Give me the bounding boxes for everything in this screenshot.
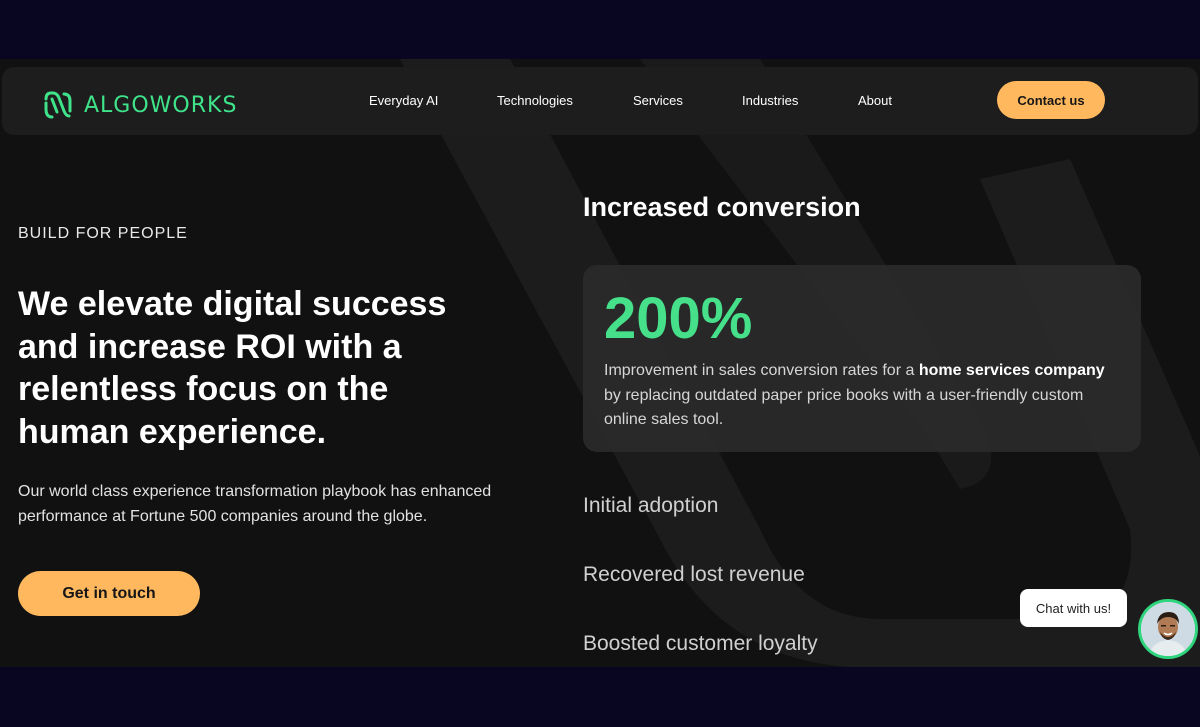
hero-headline: We elevate digital success and increase …	[18, 285, 447, 451]
stat-card: 200% Improvement in sales conversion rat…	[583, 265, 1141, 452]
stat-desc-lead: Improvement in sales conversion rates fo…	[604, 362, 919, 379]
result-item-recovered-revenue[interactable]: Recovered lost revenue	[583, 563, 805, 587]
nav-item-about[interactable]: About	[858, 93, 892, 108]
nav-item-everyday-ai[interactable]: Everyday AI	[369, 93, 438, 108]
result-item-customer-loyalty[interactable]: Boosted customer loyalty	[583, 632, 818, 656]
nav-item-technologies[interactable]: Technologies	[497, 93, 573, 108]
get-in-touch-button[interactable]: Get in touch	[18, 571, 200, 616]
stat-desc-tail: by replacing outdated paper price books …	[604, 386, 1084, 429]
nav-item-services[interactable]: Services	[633, 93, 683, 108]
nav-item-industries[interactable]: Industries	[742, 93, 798, 108]
avatar-image	[1141, 602, 1195, 656]
result-item-initial-adoption[interactable]: Initial adoption	[583, 494, 718, 518]
hero-eyebrow: BUILD FOR PEOPLE	[18, 225, 188, 242]
stat-description: Improvement in sales conversion rates fo…	[604, 359, 1124, 433]
contact-us-button[interactable]: Contact us	[997, 81, 1105, 119]
page-frame: ALGOWORKS Everyday AI Technologies Servi…	[0, 59, 1200, 667]
stat-desc-highlight: home services company	[918, 362, 1105, 379]
chat-bubble[interactable]: Chat with us!	[1020, 589, 1127, 627]
top-navigation: ALGOWORKS Everyday AI Technologies Servi…	[2, 67, 1198, 135]
person-avatar-icon[interactable]	[1138, 599, 1198, 659]
hero-subtext: Our world class experience transformatio…	[18, 483, 492, 525]
stat-value: 200%	[604, 286, 753, 351]
results-active-title[interactable]: Increased conversion	[583, 192, 861, 223]
